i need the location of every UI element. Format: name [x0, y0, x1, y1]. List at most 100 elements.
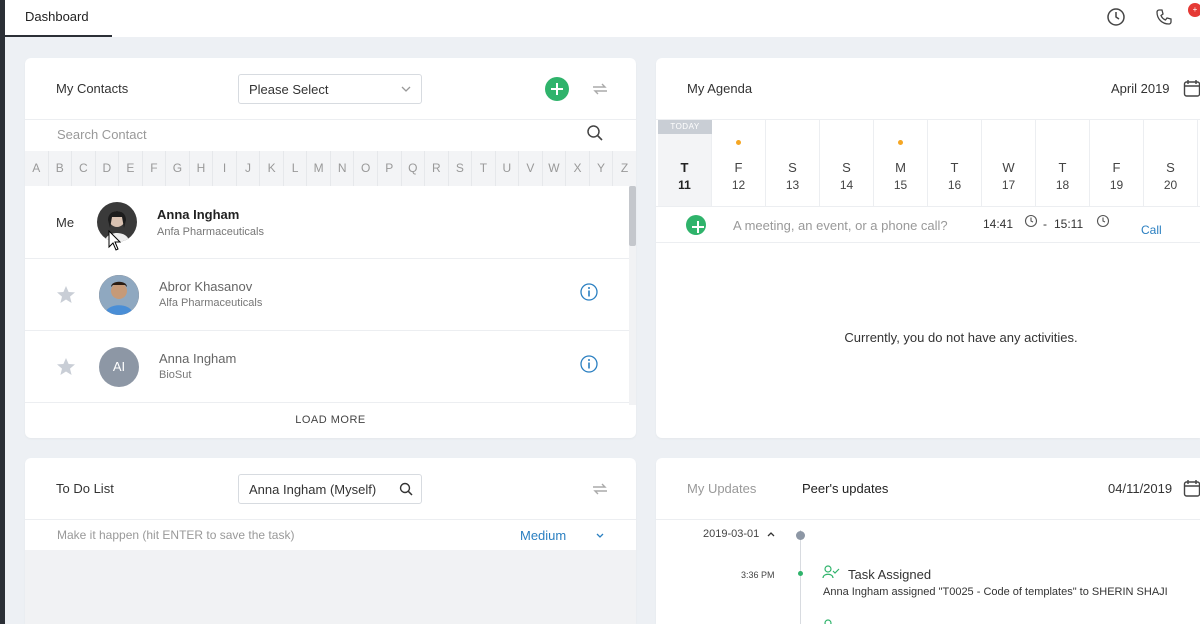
todo-list-body — [25, 550, 636, 624]
alpha-letter[interactable]: U — [496, 151, 520, 186]
end-time[interactable]: 15:11 — [1054, 217, 1083, 231]
left-sidebar-edge — [0, 0, 5, 624]
contact-company: BioSut — [159, 369, 192, 381]
cursor-icon — [108, 230, 122, 251]
tab-dashboard[interactable]: Dashboard — [5, 0, 112, 37]
star-icon[interactable] — [56, 357, 76, 377]
contact-row[interactable]: AI Anna Ingham BioSut — [25, 330, 629, 402]
assignee-search-field[interactable]: Anna Ingham (Myself) — [238, 474, 422, 504]
alpha-letter[interactable]: X — [566, 151, 590, 186]
day-letter: F — [734, 160, 743, 175]
day-letter: S — [1166, 160, 1175, 175]
day-cell[interactable]: M 15 — [874, 120, 928, 206]
alpha-letter[interactable]: P — [378, 151, 402, 186]
day-letter: W — [1002, 160, 1015, 175]
day-cell[interactable]: T 18 — [1036, 120, 1090, 206]
alpha-letter[interactable]: Y — [590, 151, 614, 186]
alpha-letter[interactable]: L — [284, 151, 308, 186]
info-icon[interactable] — [580, 283, 598, 301]
top-bar: Dashboard — [5, 0, 1200, 37]
me-label: Me — [56, 215, 75, 230]
alpha-letter[interactable]: E — [119, 151, 143, 186]
tab-my-updates[interactable]: My Updates — [687, 481, 756, 496]
contacts-filter-select[interactable]: Please Select — [238, 74, 422, 104]
alpha-letter[interactable]: A — [25, 151, 49, 186]
day-cell[interactable]: S 20 — [1144, 120, 1198, 206]
time-separator: - — [1043, 217, 1047, 231]
alpha-letter[interactable]: Z — [613, 151, 636, 186]
calendar-icon[interactable] — [1183, 78, 1200, 98]
divider — [25, 519, 636, 520]
alpha-letter[interactable]: M — [307, 151, 331, 186]
contacts-title: My Contacts — [56, 81, 129, 96]
star-icon[interactable] — [56, 285, 76, 305]
start-time[interactable]: 14:41 — [983, 217, 1013, 231]
alpha-letter[interactable]: Q — [402, 151, 426, 186]
alpha-letter[interactable]: H — [190, 151, 214, 186]
chevron-up-icon[interactable] — [766, 529, 776, 539]
contact-name: Abror Khasanov — [159, 279, 253, 294]
clock-icon[interactable] — [1096, 214, 1110, 228]
day-cell[interactable]: S 14 — [820, 120, 874, 206]
phone-icon[interactable] — [1153, 6, 1175, 28]
entry-text: Anna Ingham assigned "T0025 - Code of te… — [823, 586, 1168, 598]
clock-icon[interactable] — [1105, 6, 1127, 28]
refresh-icon[interactable] — [590, 79, 610, 99]
calendar-icon[interactable] — [1183, 478, 1200, 498]
chevron-down-icon[interactable] — [595, 531, 605, 541]
alpha-letter[interactable]: T — [472, 151, 496, 186]
clock-icon[interactable] — [1024, 214, 1038, 228]
search-icon[interactable] — [399, 482, 413, 496]
alpha-letter[interactable]: O — [354, 151, 378, 186]
day-cell[interactable]: F 12 — [712, 120, 766, 206]
tab-peers-updates[interactable]: Peer's updates — [802, 481, 888, 496]
agenda-month[interactable]: April 2019 — [1111, 81, 1170, 96]
alpha-letter[interactable]: G — [166, 151, 190, 186]
priority-select[interactable]: Medium — [520, 528, 566, 543]
group-date[interactable]: 2019-03-01 — [703, 528, 759, 540]
contact-company: Anfa Pharmaceuticals — [157, 226, 264, 238]
alpha-letter[interactable]: V — [519, 151, 543, 186]
updates-date[interactable]: 04/11/2019 — [1108, 481, 1172, 496]
alpha-letter[interactable]: F — [143, 151, 167, 186]
alpha-letter[interactable]: R — [425, 151, 449, 186]
add-activity-button[interactable] — [686, 215, 706, 235]
info-icon[interactable] — [580, 355, 598, 373]
day-number: 15 — [893, 178, 908, 192]
day-cell[interactable]: W 17 — [982, 120, 1036, 206]
search-contact-input[interactable]: Search Contact — [57, 127, 147, 142]
task-input[interactable]: Make it happen (hit ENTER to save the ta… — [57, 528, 294, 542]
activity-input[interactable]: A meeting, an event, or a phone call? — [733, 218, 948, 233]
day-number: 14 — [839, 178, 854, 192]
contact-row-me[interactable]: Me Anna Ingham Anfa Pharmaceuticals — [25, 186, 629, 258]
divider — [25, 119, 636, 120]
alpha-letter[interactable]: C — [72, 151, 96, 186]
load-more-button[interactable]: LOAD MORE — [25, 414, 636, 426]
alpha-letter[interactable]: I — [213, 151, 237, 186]
alpha-letter[interactable]: W — [543, 151, 567, 186]
day-letter: M — [895, 160, 906, 175]
add-contact-button[interactable] — [545, 77, 569, 101]
notification-badge: + — [1188, 3, 1200, 17]
alpha-letter[interactable]: K — [260, 151, 284, 186]
day-number: 16 — [947, 178, 962, 192]
alpha-letter[interactable]: N — [331, 151, 355, 186]
contact-name: Anna Ingham — [157, 207, 240, 222]
alpha-letter[interactable]: S — [449, 151, 473, 186]
activity-type-select[interactable]: Call — [1141, 223, 1162, 237]
alpha-letter[interactable]: J — [237, 151, 261, 186]
timeline-dot — [798, 571, 803, 576]
search-icon[interactable] — [586, 124, 604, 142]
alpha-letter[interactable]: D — [96, 151, 120, 186]
contacts-scroll-thumb[interactable] — [629, 186, 636, 246]
contact-row[interactable]: Abror Khasanov Alfa Pharmaceuticals — [25, 258, 629, 330]
entry-time: 3:36 PM — [741, 570, 775, 580]
day-cell[interactable]: T 16 — [928, 120, 982, 206]
day-cell[interactable]: S 13 — [766, 120, 820, 206]
refresh-icon[interactable] — [590, 479, 610, 499]
day-cell-today[interactable]: TODAY T 11 — [658, 120, 712, 206]
day-cell[interactable]: F 19 — [1090, 120, 1144, 206]
timeline-node — [796, 531, 805, 540]
contact-company: Alfa Pharmaceuticals — [159, 297, 263, 309]
alpha-letter[interactable]: B — [49, 151, 73, 186]
